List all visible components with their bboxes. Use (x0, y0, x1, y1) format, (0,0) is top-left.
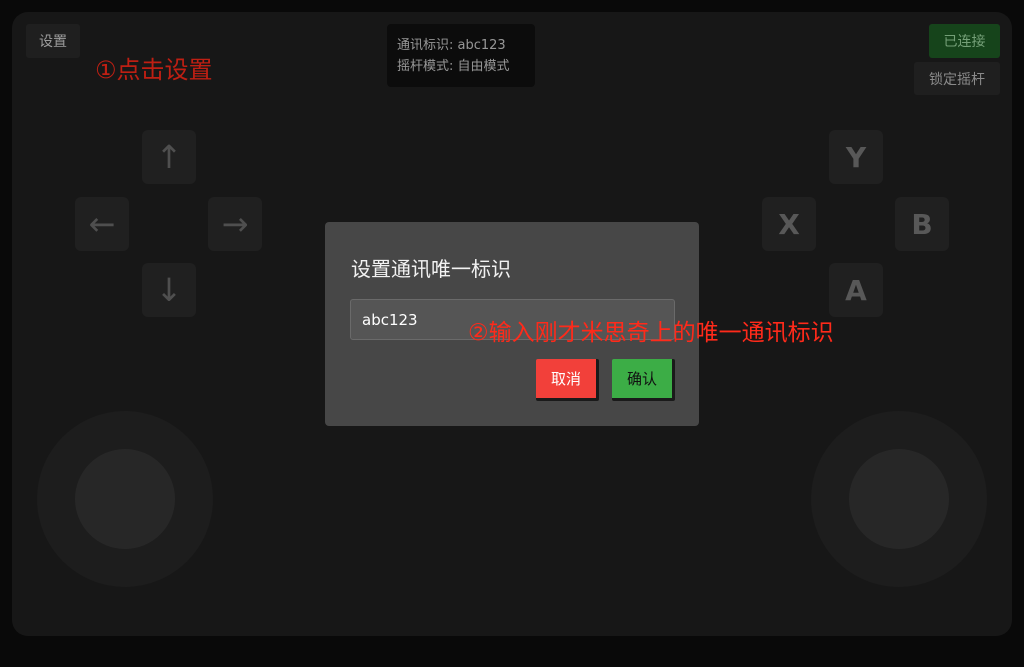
cancel-button[interactable]: 取消 (536, 359, 599, 401)
gamepad-app: 设置 通讯标识: abc123 摇杆模式: 自由模式 已连接 锁定摇杆 ①点击设… (0, 0, 1024, 667)
annotation-step2: ②输入刚才米思奇上的唯一通讯标识 (468, 320, 834, 346)
dialog-title: 设置通讯唯一标识 (351, 257, 511, 281)
confirm-button[interactable]: 确认 (612, 359, 675, 401)
